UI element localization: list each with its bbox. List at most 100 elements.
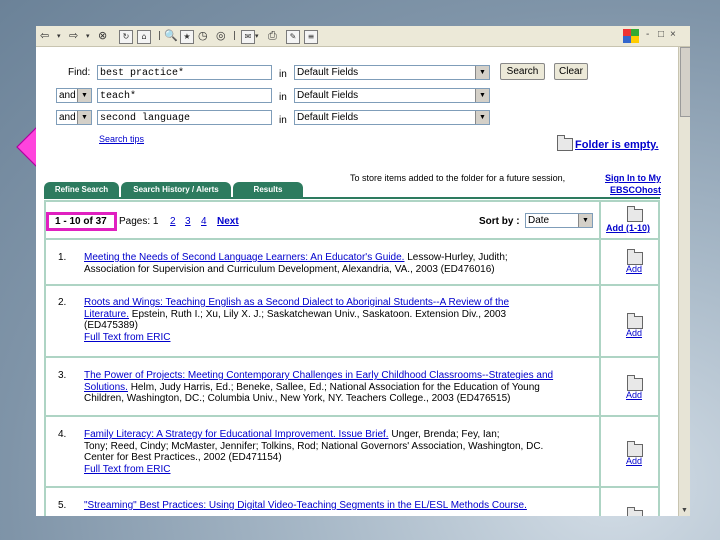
tab-search-history[interactable]: Search History / Alerts [121, 182, 231, 198]
result-number: 1. [58, 252, 67, 263]
chevron-down-icon[interactable]: ▼ [475, 111, 489, 124]
result-authors: Unger, Brenda; Fey, Ian; [388, 429, 500, 440]
clear-button[interactable]: Clear [554, 63, 588, 80]
search-tips-link[interactable]: Search tips [99, 134, 144, 144]
field-select-value: Default Fields [297, 67, 359, 78]
scrollbar-thumb[interactable] [680, 47, 690, 117]
page-4-link[interactable]: 4 [201, 216, 207, 227]
operator-select-2[interactable]: and ▼ [56, 88, 92, 103]
field-select-value: Default Fields [297, 112, 359, 123]
windows-logo-icon [623, 29, 639, 43]
result-number: 3. [58, 370, 67, 381]
result-title-link[interactable]: "Streaming" Best Practices: Using Digita… [84, 500, 527, 511]
browser-toolbar: ⇦ ▾ ⇨ ▾ ⊗ ↻ ⌂ | 🔍 ★ ◷ ◎ | ✉ ▾ ⎙ ✎ ≡ - □ … [36, 26, 690, 47]
page-2-link[interactable]: 2 [170, 216, 176, 227]
search-term-1[interactable]: best practice* [97, 65, 272, 80]
forward-icon[interactable]: ⇨ [69, 29, 78, 43]
history-icon[interactable]: ◷ [198, 29, 208, 43]
minimize-icon[interactable]: - [646, 29, 649, 40]
full-text-link[interactable]: Full Text from ERIC [84, 332, 171, 343]
result-accession: (ED475389) [84, 320, 138, 331]
close-icon[interactable]: × [670, 29, 676, 40]
add-column-divider [599, 202, 601, 516]
print-icon[interactable]: ⎙ [268, 29, 277, 43]
tab-refine-search[interactable]: Refine Search [44, 182, 119, 198]
folder-icon [557, 135, 573, 151]
search-button[interactable]: Search [500, 63, 545, 80]
row-divider [46, 486, 658, 488]
sort-select[interactable]: Date ▼ [525, 213, 593, 228]
add-link[interactable]: Add [619, 328, 649, 338]
separator-icon: | [233, 31, 237, 41]
chevron-down-icon[interactable]: ▼ [578, 214, 592, 227]
chevron-down-icon[interactable]: ▼ [77, 111, 91, 124]
scroll-down-icon[interactable]: ▼ [681, 507, 688, 514]
row-divider [46, 284, 658, 286]
result-number: 2. [58, 297, 67, 308]
result-number: 4. [58, 429, 67, 440]
field-select-2[interactable]: Default Fields ▼ [294, 88, 490, 103]
row-divider [46, 238, 658, 240]
browser-window: ⇦ ▾ ⇨ ▾ ⊗ ↻ ⌂ | 🔍 ★ ◷ ◎ | ✉ ▾ ⎙ ✎ ≡ - □ … [36, 26, 690, 516]
sort-select-value: Date [528, 215, 550, 226]
result-authors: Lessow-Hurley, Judith; [404, 252, 508, 263]
favorites-icon[interactable]: ★ [180, 30, 194, 44]
operator-select-3[interactable]: and ▼ [56, 110, 92, 125]
find-label: Find: [68, 67, 91, 78]
back-dropdown-icon[interactable]: ▾ [57, 29, 61, 43]
row-divider [46, 415, 658, 417]
discuss-icon[interactable]: ≡ [304, 30, 318, 44]
in-label: in [279, 92, 287, 103]
sort-label: Sort by : [479, 216, 520, 227]
next-page-link[interactable]: Next [217, 216, 239, 227]
sign-in-link[interactable]: Sign In to My [605, 173, 661, 183]
search-icon[interactable]: 🔍 [164, 29, 178, 43]
add-link[interactable]: Add [619, 264, 649, 274]
home-icon[interactable]: ⌂ [137, 30, 151, 44]
add-link[interactable]: Add [619, 456, 649, 466]
forward-dropdown-icon[interactable]: ▾ [86, 29, 90, 43]
add-all-folder-icon[interactable] [627, 206, 643, 222]
search-term-2[interactable]: teach* [97, 88, 272, 103]
separator-icon: | [158, 31, 162, 41]
field-select-1[interactable]: Default Fields ▼ [294, 65, 490, 80]
add-link[interactable]: Add [619, 390, 649, 400]
media-icon[interactable]: ◎ [216, 29, 226, 43]
tab-underline [44, 197, 660, 199]
full-text-link[interactable]: Full Text from ERIC [84, 464, 171, 475]
mail-icon[interactable]: ✉ [241, 30, 255, 44]
result-title-link[interactable]: Literature. [84, 309, 129, 320]
vertical-scrollbar[interactable]: ▼ [678, 47, 690, 516]
results-range-highlight [46, 212, 117, 231]
mail-dropdown-icon[interactable]: ▾ [255, 29, 259, 43]
result-title-link[interactable]: Meeting the Needs of Second Language Lea… [84, 252, 404, 263]
result-authors: Tony; Reed, Cindy; McMaster, Jennifer; T… [84, 440, 544, 452]
field-select-3[interactable]: Default Fields ▼ [294, 110, 490, 125]
folder-status-link[interactable]: Folder is empty. [575, 139, 659, 151]
result-title-link[interactable]: The Power of Projects: Meeting Contempor… [84, 370, 553, 381]
operator-select-value: and [59, 112, 76, 123]
result-authors: Epstein, Ruth I.; Xu, Lily X. J.; Saskat… [129, 308, 507, 320]
chevron-down-icon[interactable]: ▼ [475, 89, 489, 102]
pages-label: Pages: 1 [119, 216, 159, 227]
ebscohost-link[interactable]: EBSCOhost [610, 185, 661, 195]
add-all-link[interactable]: Add (1-10) [606, 223, 650, 233]
back-icon[interactable]: ⇦ [40, 29, 49, 43]
search-term-3[interactable]: second language [97, 110, 272, 125]
page-3-link[interactable]: 3 [185, 216, 191, 227]
field-select-value: Default Fields [297, 90, 359, 101]
result-title-link[interactable]: Family Literacy: A Strategy for Educatio… [84, 429, 389, 440]
result-title-link[interactable]: Roots and Wings: Teaching English as a S… [84, 297, 509, 308]
tab-results[interactable]: Results [233, 182, 303, 198]
result-title-link[interactable]: Solutions. [84, 382, 128, 393]
edit-icon[interactable]: ✎ [286, 30, 300, 44]
in-label: in [279, 69, 287, 80]
refresh-icon[interactable]: ↻ [119, 30, 133, 44]
result-number: 5. [58, 500, 67, 511]
stop-icon[interactable]: ⊗ [98, 29, 107, 43]
maximize-icon[interactable]: □ [658, 29, 664, 40]
chevron-down-icon[interactable]: ▼ [475, 66, 489, 79]
add-folder-icon[interactable] [627, 507, 643, 516]
result-source: Children, Washington, DC.; Columbia Univ… [84, 393, 511, 404]
chevron-down-icon[interactable]: ▼ [77, 89, 91, 102]
